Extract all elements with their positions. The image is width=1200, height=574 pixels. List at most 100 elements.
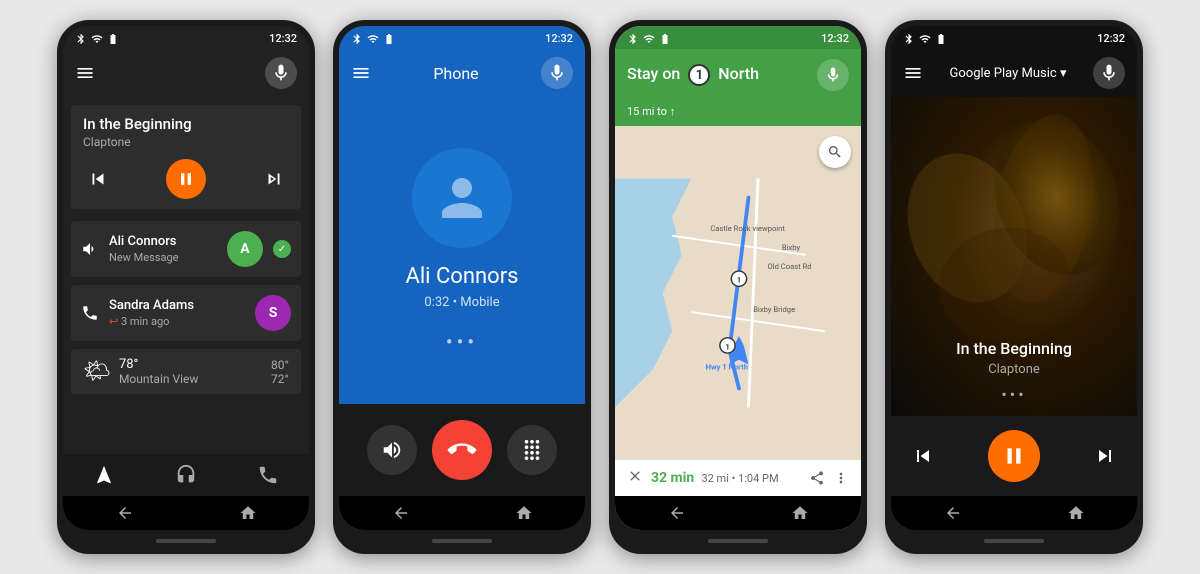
ali-name: Ali Connors [109,234,217,249]
menu-icon-4[interactable] [903,63,923,83]
mic-icon-3 [824,66,842,84]
svg-text:Castle Rock viewpoint: Castle Rock viewpoint [710,224,785,233]
phone-icon [81,304,99,322]
back-icon-3[interactable] [668,504,686,522]
nav-text: Stay on 1 North [627,64,807,87]
phone-1: 12:32 In the Beginning Claptone [57,20,315,554]
close-route-btn[interactable] [627,468,643,488]
menu-icon[interactable] [75,63,95,83]
caller-avatar [412,148,512,248]
signal-icon-4 [919,33,931,45]
route-more-icon[interactable] [833,470,849,486]
notification-ali[interactable]: Ali Connors New Message A ✓ [71,221,301,277]
route-info: 32 min 32 mi • 1:04 PM [615,460,861,496]
back-icon-2[interactable] [392,504,410,522]
mic-button-2[interactable] [541,57,573,89]
bluetooth-icon [75,33,87,45]
music-title-4: In the Beginning [907,339,1121,358]
phone-3: 12:32 Stay on 1 North 15 mi to ↑ [609,20,867,554]
mic-button-4[interactable] [1093,57,1125,89]
app-bar-4: Google Play Music ▾ [891,49,1137,97]
pause-button-4[interactable] [988,430,1040,482]
back-icon[interactable] [116,504,134,522]
call-dots: ••• [446,330,478,354]
distance-bar: 15 mi to ↑ [615,101,861,126]
nav-instruction-bar: Stay on 1 North [615,49,861,101]
route-details: 32 min 32 mi • 1:04 PM [651,470,801,486]
svg-text:Hwy 1 North: Hwy 1 North [706,362,748,371]
close-icon [627,468,643,484]
battery-icon [107,33,119,45]
person-icon [432,168,492,228]
music-card[interactable]: In the Beginning Claptone [71,105,301,209]
route-share-icon[interactable] [809,470,825,486]
nav-headphones-icon[interactable] [175,464,197,486]
nav-arrow-icon[interactable] [93,464,115,486]
home-icon-2[interactable] [515,504,533,522]
bottom-nav [63,454,309,496]
search-icon [827,144,843,160]
mic-button[interactable] [265,57,297,89]
svg-text:Old Coast Rd: Old Coast Rd [768,262,812,271]
music-controls [83,159,289,199]
home-icon-4[interactable] [1067,504,1085,522]
app-bar-2: Phone [339,49,585,97]
skip-next-icon[interactable] [263,168,285,190]
skip-prev-icon[interactable] [87,168,109,190]
skip-next-icon-4[interactable] [1093,444,1117,468]
weather-temp: 78° [119,357,138,372]
home-icon[interactable] [239,504,257,522]
status-bar-3: 12:32 [615,26,861,49]
notification-ali-text: Ali Connors New Message [109,234,217,264]
call-status: 0:32 • Mobile [424,295,499,310]
music-player-controls [891,416,1137,496]
map-search-button[interactable] [819,136,851,168]
svg-text:Bixby Bridge: Bixby Bridge [753,305,795,314]
back-icon-4[interactable] [944,504,962,522]
volume-icon [81,240,99,258]
notification-sandra[interactable]: Sandra Adams ↩ 3 min ago S [71,285,301,341]
caller-name: Ali Connors [405,264,518,289]
weather-city: Mountain View [119,372,263,386]
signal-icon-2 [367,33,379,45]
nav-phone-icon[interactable] [257,464,279,486]
pause-icon-4 [1001,443,1027,469]
sandra-avatar: S [255,295,291,331]
music-title: In the Beginning [83,115,289,133]
app-bar-1 [63,49,309,97]
music-info: In the Beginning Claptone ••• [891,327,1137,416]
music-artist: Claptone [83,135,289,149]
signal-icon-3 [643,33,655,45]
status-bar-4: 12:32 [891,26,1137,49]
end-call-button[interactable] [432,420,492,480]
weather-hi: 80° [271,358,289,372]
music-dots: ••• [907,385,1121,404]
speaker-icon [381,439,403,461]
sandra-subtitle: ↩ 3 min ago [109,315,245,328]
dialpad-button[interactable] [507,425,557,475]
battery-icon-3 [659,33,671,45]
dialpad-icon [521,439,543,461]
dropdown-arrow: ▾ [1060,66,1067,81]
speaker-button[interactable] [367,425,417,475]
music-app-title: Google Play Music ▾ [923,66,1093,81]
menu-icon-2[interactable] [351,63,371,83]
map-area: Castle Rock viewpoint Old Coast Rd Bixby… [615,126,861,460]
mic-button-3[interactable] [817,59,849,91]
pause-icon [176,169,196,189]
phone-4: 12:32 Google Play Music ▾ In th [885,20,1143,554]
signal-icon [91,33,103,45]
bluetooth-icon-3 [627,33,639,45]
android-nav-1 [63,496,309,530]
sandra-name: Sandra Adams [109,298,245,313]
pause-button[interactable] [166,159,206,199]
skip-prev-icon-4[interactable] [911,444,935,468]
android-nav-2 [339,496,585,530]
status-bar-2: 12:32 [339,26,585,49]
home-icon-3[interactable] [791,504,809,522]
ali-subtitle: New Message [109,251,217,264]
end-call-icon [442,430,482,470]
android-nav-4 [891,496,1137,530]
mic-icon-2 [547,63,567,83]
route-action-buttons [809,470,849,486]
